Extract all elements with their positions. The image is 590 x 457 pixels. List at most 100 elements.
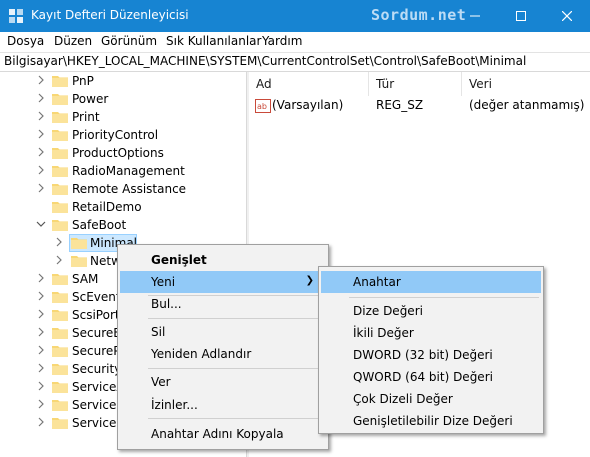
tree-item-label: ServiceP — [72, 416, 124, 430]
close-icon — [562, 11, 572, 21]
menu-item-delete[interactable]: Sil — [120, 321, 326, 343]
tree-item-label: ProductOptions — [72, 146, 164, 160]
tree-item[interactable]: RadioManagement — [0, 162, 246, 180]
chevron-right-icon — [38, 75, 44, 85]
menu-item-export[interactable]: Ver — [120, 371, 326, 393]
folder-icon — [71, 256, 87, 267]
chevron-right-icon — [38, 309, 44, 319]
context-menu: Genişlet Yeni ❯ Bul... Sil Yeniden Adlan… — [117, 244, 329, 450]
column-header-type[interactable]: Tür — [376, 77, 394, 91]
menu-item-new[interactable]: Yeni ❯ — [120, 271, 326, 293]
menu-item-label: Sil — [151, 325, 166, 339]
menu-dosya[interactable]: Dosya — [7, 34, 44, 48]
submenu-item-expandable-string-value[interactable]: Genişletilebilir Dize Değeri — [321, 410, 541, 432]
folder-icon — [52, 400, 68, 411]
menu-item-find[interactable]: Bul... — [120, 293, 326, 315]
value-type: REG_SZ — [376, 98, 424, 112]
menu-item-label: İkili Değer — [353, 326, 414, 340]
column-divider[interactable] — [461, 72, 462, 96]
folder-icon — [52, 94, 68, 105]
tree-item-label: Remote Assistance — [72, 182, 187, 196]
chevron-right-icon — [38, 327, 44, 337]
menu-item-expand[interactable]: Genişlet — [120, 249, 326, 271]
menu-item-label: QWORD (64 bit) Değeri — [353, 370, 493, 384]
tree-item[interactable]: PriorityControl — [0, 126, 246, 144]
menu-item-label: İzinler... — [151, 398, 198, 412]
menu-sik-kullanilanlar[interactable]: Sık Kullanılanlar — [166, 34, 261, 48]
folder-icon — [52, 148, 68, 159]
menu-bar: Dosya Düzen Görünüm Sık Kullanılanlar Ya… — [0, 32, 590, 52]
folder-icon — [52, 292, 68, 303]
submenu-item-key[interactable]: Anahtar — [321, 271, 541, 293]
tree-item[interactable]: ProductOptions — [0, 144, 246, 162]
minimize-icon — [470, 15, 480, 17]
menu-item-label: Ver — [151, 375, 171, 389]
close-button[interactable] — [544, 0, 590, 32]
menu-item-label: Bul... — [151, 297, 182, 311]
submenu-arrow-icon: ❯ — [305, 275, 314, 286]
address-bar[interactable]: Bilgisayar\HKEY_LOCAL_MACHINE\SYSTEM\Cur… — [0, 52, 590, 72]
folder-icon — [52, 346, 68, 357]
folder-icon — [52, 184, 68, 195]
tree-item[interactable]: Remote Assistance — [0, 180, 246, 198]
folder-icon — [52, 202, 68, 213]
submenu-item-string-value[interactable]: Dize Değeri — [321, 300, 541, 322]
menu-item-permissions[interactable]: İzinler... — [120, 394, 326, 416]
folder-icon — [52, 130, 68, 141]
folder-icon — [52, 166, 68, 177]
chevron-right-icon — [38, 129, 44, 139]
menu-separator — [148, 318, 324, 319]
chevron-right-icon — [38, 111, 44, 121]
menu-item-label: DWORD (32 bit) Değeri — [353, 348, 493, 362]
column-divider[interactable] — [368, 72, 369, 96]
string-value-icon: ab — [255, 99, 271, 113]
menu-gorunum[interactable]: Görünüm — [101, 34, 157, 48]
menu-duzen[interactable]: Düzen — [54, 34, 92, 48]
tree-item-label: Security — [72, 362, 122, 376]
chevron-right-icon — [38, 345, 44, 355]
tree-item[interactable]: Power — [0, 90, 246, 108]
submenu-item-multi-string-value[interactable]: Çok Dizeli Değer — [321, 388, 541, 410]
chevron-down-icon — [36, 221, 46, 227]
folder-icon — [71, 238, 87, 249]
menu-separator — [349, 297, 539, 298]
tree-item[interactable]: SafeBoot — [0, 216, 246, 234]
chevron-right-icon — [38, 147, 44, 157]
new-submenu: Anahtar Dize Değeri İkili Değer DWORD (3… — [318, 266, 544, 434]
column-header-name[interactable]: Ad — [256, 77, 272, 91]
chevron-right-icon — [38, 417, 44, 427]
menu-yardim[interactable]: Yardım — [262, 34, 302, 48]
menu-item-rename[interactable]: Yeniden Adlandır — [120, 343, 326, 365]
address-path: Bilgisayar\HKEY_LOCAL_MACHINE\SYSTEM\Cur… — [4, 54, 527, 68]
value-name[interactable]: (Varsayılan) — [272, 98, 343, 112]
folder-icon — [52, 418, 68, 429]
maximize-icon — [516, 11, 526, 21]
tree-item[interactable]: Print — [0, 108, 246, 126]
menu-item-label: Anahtar Adını Kopyala — [151, 427, 284, 441]
column-header-data[interactable]: Veri — [469, 77, 492, 91]
folder-icon — [52, 274, 68, 285]
submenu-item-qword-value[interactable]: QWORD (64 bit) Değeri — [321, 366, 541, 388]
folder-icon — [52, 382, 68, 393]
menu-item-copy-key-name[interactable]: Anahtar Adını Kopyala — [120, 423, 326, 445]
submenu-item-dword-value[interactable]: DWORD (32 bit) Değeri — [321, 344, 541, 366]
menu-item-label: Genişletilebilir Dize Değeri — [353, 414, 513, 428]
tree-item-label: PnP — [72, 74, 94, 88]
tree-item-label: SafeBoot — [72, 218, 127, 232]
folder-icon — [52, 112, 68, 123]
chevron-right-icon — [38, 165, 44, 175]
chevron-right-icon — [56, 237, 62, 247]
minimize-button[interactable] — [452, 0, 498, 32]
tree-item[interactable]: RetailDemo — [0, 198, 246, 216]
menu-item-label: Dize Değeri — [353, 304, 423, 318]
submenu-item-binary-value[interactable]: İkili Değer — [321, 322, 541, 344]
tree-item-label: RadioManagement — [72, 164, 185, 178]
tree-item-label: RetailDemo — [72, 200, 142, 214]
menu-item-label: Yeniden Adlandır — [151, 347, 252, 361]
maximize-button[interactable] — [498, 0, 544, 32]
tree-item[interactable]: PnP — [0, 72, 246, 90]
tree-item-label: Print — [72, 110, 100, 124]
menu-item-label: Genişlet — [151, 253, 207, 267]
folder-icon — [52, 364, 68, 375]
tree-item-label: PriorityControl — [72, 128, 159, 142]
